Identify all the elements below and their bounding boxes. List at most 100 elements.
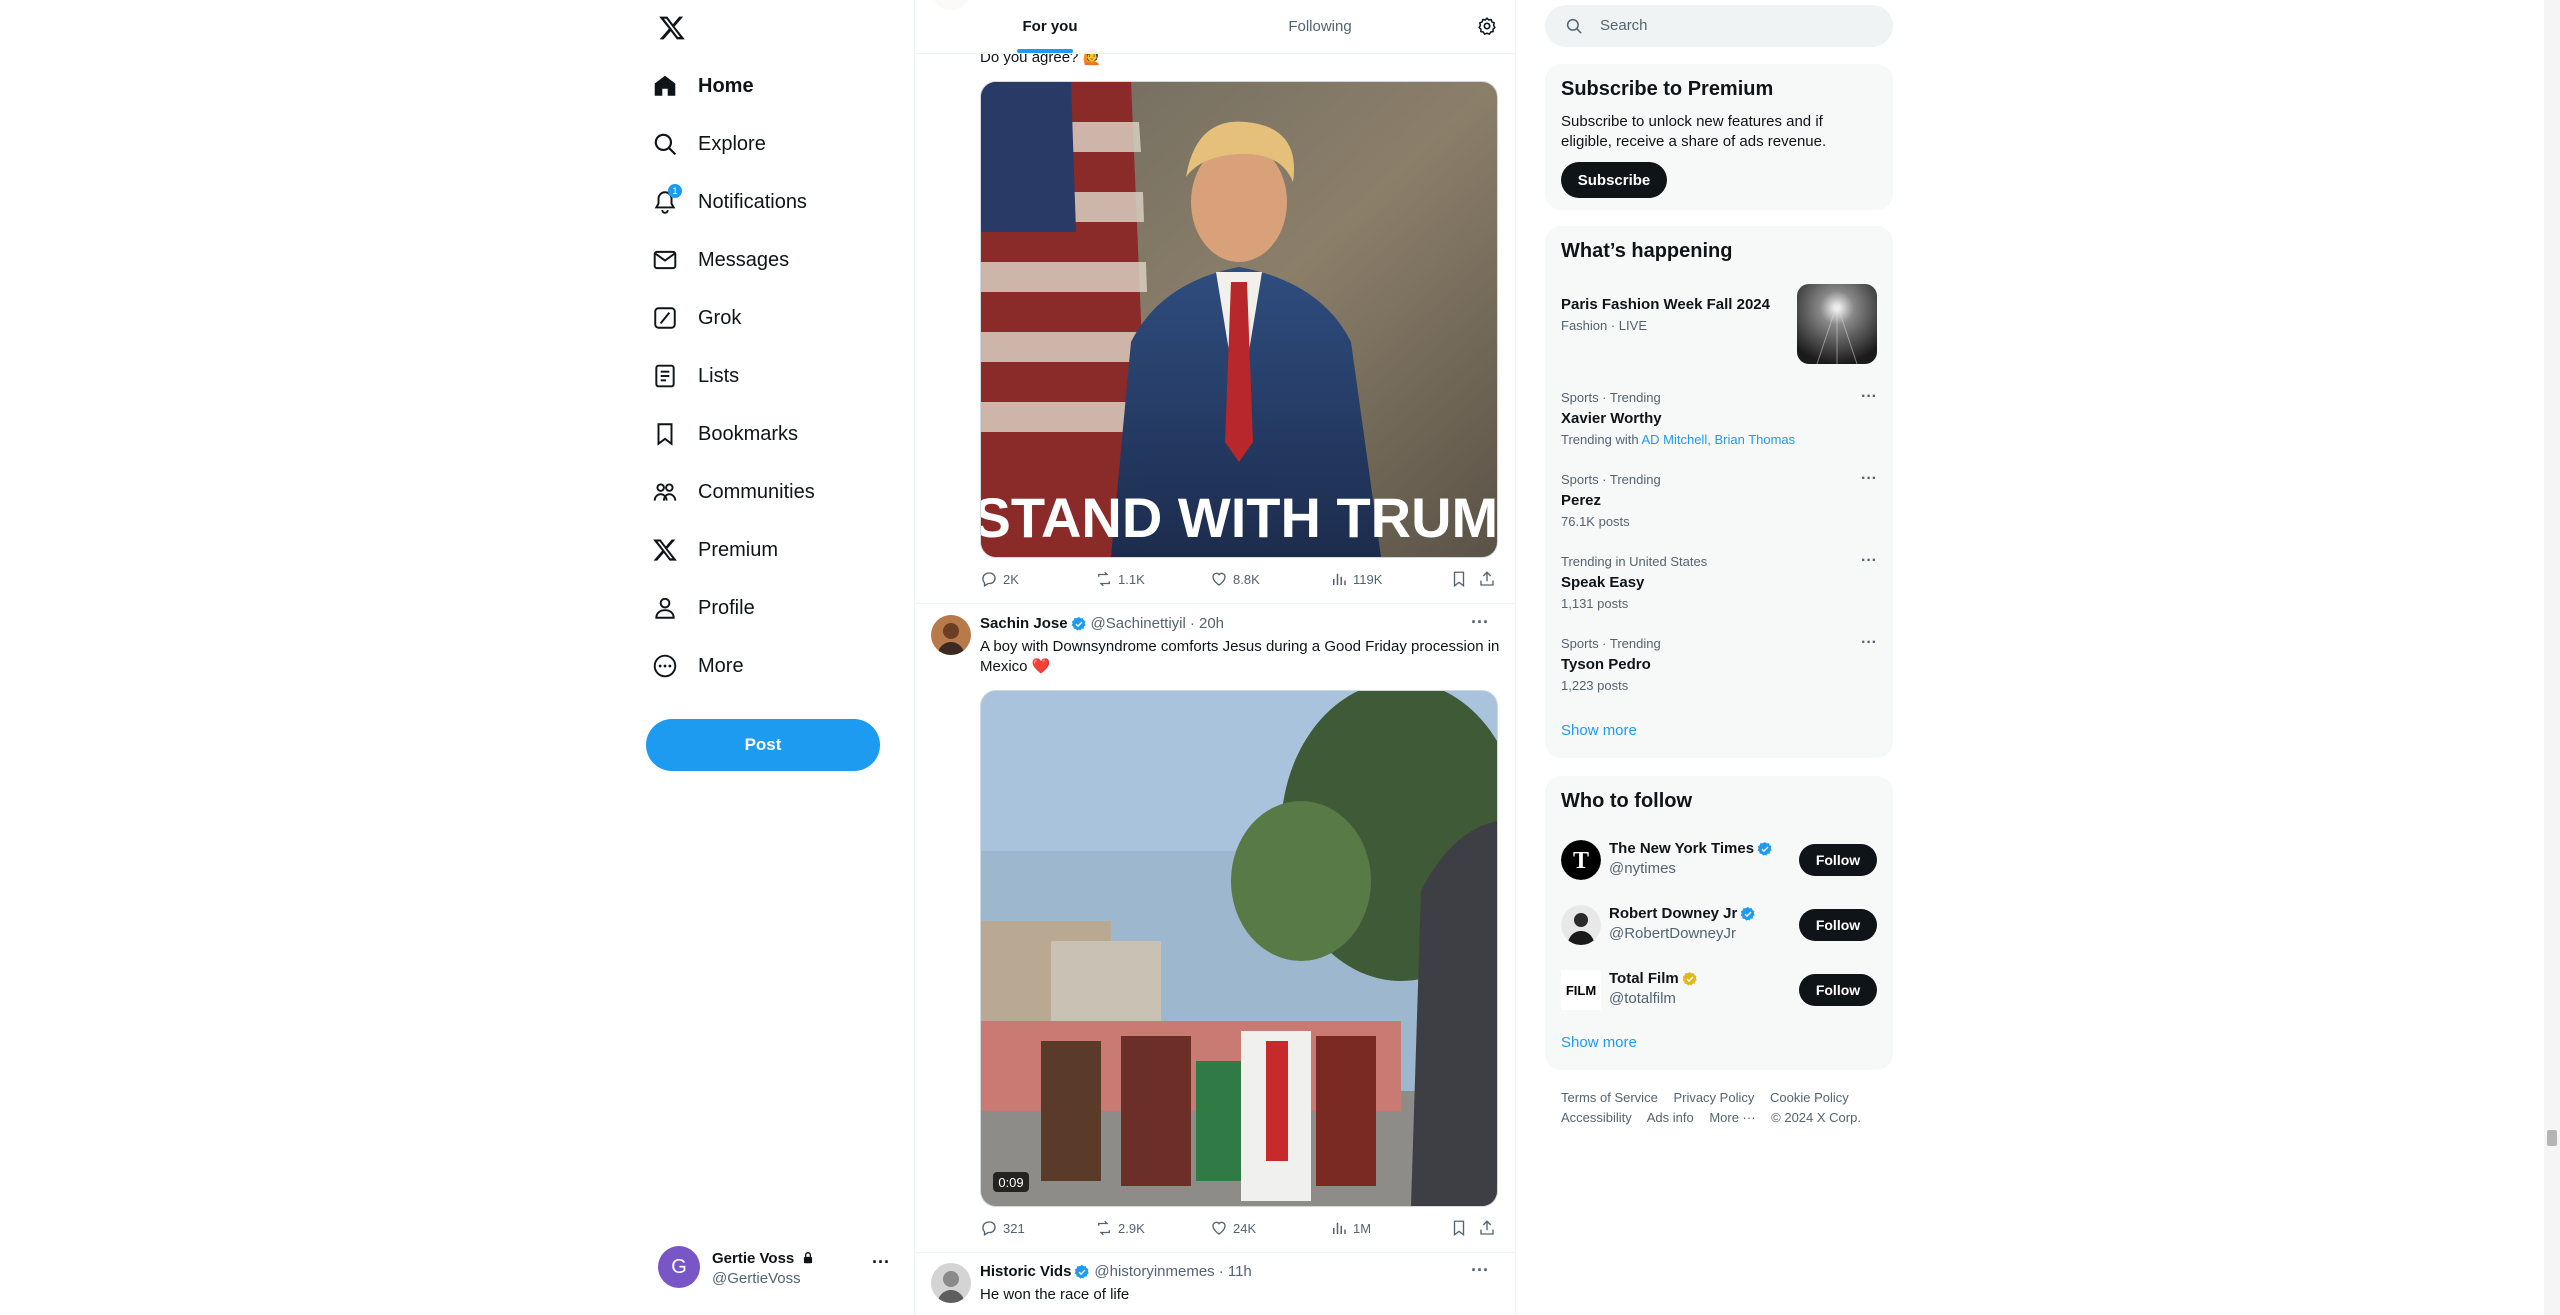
author-handle[interactable]: @Sachinettiyil xyxy=(1091,615,1186,632)
trend-name: Speak Easy xyxy=(1561,574,1645,591)
communities-icon xyxy=(652,479,678,505)
trend-post-count: 1,223 posts xyxy=(1561,678,1629,693)
nav-premium[interactable]: Premium xyxy=(652,528,778,572)
trend-more-icon[interactable]: ··· xyxy=(1861,552,1877,570)
post-more-icon[interactable]: ··· xyxy=(1471,1260,1489,1281)
post-more-icon[interactable]: ··· xyxy=(1471,612,1489,633)
home-icon xyxy=(652,73,678,99)
subscribe-button[interactable]: Subscribe xyxy=(1561,162,1667,198)
show-more-trends-link[interactable]: Show more xyxy=(1561,722,1637,739)
avatar: T xyxy=(1561,840,1601,880)
like-button[interactable]: 8.8K xyxy=(1210,570,1260,588)
follow-suggestion[interactable]: FILM Total Film @totalfilm Follow xyxy=(1545,960,1893,1020)
account-more-icon[interactable]: ··· xyxy=(872,1252,890,1273)
x-logo-icon[interactable] xyxy=(658,14,686,42)
post-text: He won the race of life xyxy=(980,1286,1130,1303)
nav-explore[interactable]: Explore xyxy=(652,122,766,166)
nav-grok[interactable]: Grok xyxy=(652,296,741,340)
more-circle-icon xyxy=(652,653,678,679)
show-more-follow-link[interactable]: Show more xyxy=(1561,1034,1637,1051)
footer-link[interactable]: Terms of Service xyxy=(1561,1090,1658,1105)
footer-link[interactable]: Ads info xyxy=(1647,1110,1694,1125)
nav-communities[interactable]: Communities xyxy=(652,470,815,514)
avatar[interactable] xyxy=(931,615,971,655)
footer-link[interactable]: Privacy Policy xyxy=(1673,1090,1754,1105)
repost-icon xyxy=(1095,1219,1118,1237)
repost-button[interactable]: 2.9K xyxy=(1095,1219,1145,1237)
author-handle[interactable]: @historyinmemes xyxy=(1094,1263,1214,1280)
nav-notifications[interactable]: 1 Notifications xyxy=(652,180,807,224)
footer-link[interactable]: Cookie Policy xyxy=(1770,1090,1849,1105)
who-to-follow-card: Who to follow T The New York Times @nyti… xyxy=(1545,776,1893,1070)
follow-button[interactable]: Follow xyxy=(1799,909,1877,941)
trend-item[interactable]: Sports · Trending Perez 76.1K posts ··· xyxy=(1545,468,1893,538)
post-image[interactable]: I STAND WITH TRUMP xyxy=(980,81,1498,558)
reply-button[interactable]: 321 xyxy=(980,1219,1025,1237)
share-button[interactable] xyxy=(1478,570,1501,588)
tab-indicator xyxy=(1017,49,1073,53)
page-scrollbar[interactable] xyxy=(2544,0,2560,1315)
author-name[interactable]: Historic Vids xyxy=(980,1263,1071,1280)
nav-lists[interactable]: Lists xyxy=(652,354,739,398)
trend-more-icon[interactable]: ··· xyxy=(1861,470,1877,488)
post-time[interactable]: · 20h xyxy=(1190,615,1224,632)
post-header: Sachin Jose @Sachinettiyil · 20h xyxy=(980,615,1224,632)
gear-icon[interactable] xyxy=(1477,16,1497,36)
image-caption: I STAND WITH TRUMP xyxy=(981,486,1497,549)
suggestion-name-text: The New York Times xyxy=(1609,840,1755,857)
follow-button[interactable]: Follow xyxy=(1799,974,1877,1006)
account-switcher[interactable]: G Gertie Voss @GertieVoss ··· xyxy=(646,1240,896,1296)
suggestion-name: Total Film xyxy=(1609,970,1698,987)
follow-suggestion[interactable]: T The New York Times @nytimes Follow xyxy=(1545,830,1893,890)
repost-button[interactable]: 1.1K xyxy=(1095,570,1145,588)
views-button[interactable]: 119K xyxy=(1330,570,1382,588)
tab-for-you[interactable]: For you xyxy=(915,0,1185,53)
footer-link[interactable]: More ··· xyxy=(1709,1110,1755,1125)
like-count: 24K xyxy=(1233,1220,1257,1236)
trend-more-icon[interactable]: ··· xyxy=(1861,388,1877,406)
trend-related-link[interactable]: Brian Thomas xyxy=(1714,432,1795,447)
views-button[interactable]: 1M xyxy=(1330,1219,1371,1237)
nav-messages[interactable]: Messages xyxy=(652,238,789,282)
reply-button[interactable]: 2K xyxy=(980,570,1019,588)
footer-links: Accessibility Ads info More ··· © 2024 X… xyxy=(1561,1110,1873,1125)
trend-item[interactable]: Trending in United States Speak Easy 1,1… xyxy=(1545,550,1893,620)
trend-related-link[interactable]: AD Mitchell xyxy=(1641,432,1707,447)
trend-item[interactable]: Sports · Trending Xavier Worthy Trending… xyxy=(1545,386,1893,456)
premium-title: Subscribe to Premium xyxy=(1561,78,1774,100)
avatar[interactable] xyxy=(931,1263,971,1303)
video-duration: 0:09 xyxy=(998,1175,1023,1190)
post-video[interactable]: 0:09 xyxy=(980,690,1498,1207)
avatar xyxy=(1561,905,1601,945)
suggestion-name: The New York Times xyxy=(1609,840,1773,857)
featured-trend[interactable]: Paris Fashion Week Fall 2024 Fashion · L… xyxy=(1545,282,1893,364)
post-button[interactable]: Post xyxy=(646,719,880,771)
share-button[interactable] xyxy=(1478,1219,1501,1237)
author-name[interactable]: Sachin Jose xyxy=(980,615,1068,632)
search-input[interactable]: Search xyxy=(1545,5,1893,47)
tab-following[interactable]: Following xyxy=(1185,0,1455,53)
follow-button[interactable]: Follow xyxy=(1799,844,1877,876)
svg-text:T: T xyxy=(1573,848,1589,874)
suggestion-handle: @totalfilm xyxy=(1609,990,1676,1007)
nav-more[interactable]: More xyxy=(652,644,744,688)
footer-link[interactable]: Accessibility xyxy=(1561,1110,1632,1125)
scrollbar-thumb[interactable] xyxy=(2547,1130,2557,1146)
trend-item[interactable]: Sports · Trending Tyson Pedro 1,223 post… xyxy=(1545,632,1893,702)
nav-profile[interactable]: Profile xyxy=(652,586,755,630)
bell-icon: 1 xyxy=(652,184,682,215)
nav-bookmarks[interactable]: Bookmarks xyxy=(652,412,798,456)
search-icon xyxy=(1565,17,1583,35)
person-icon xyxy=(652,595,678,621)
featured-trend-thumbnail xyxy=(1797,284,1877,364)
nav-label: Bookmarks xyxy=(698,422,799,445)
views-icon xyxy=(1330,570,1353,588)
avatar: G xyxy=(658,1246,700,1288)
nav-home[interactable]: Home xyxy=(652,64,754,108)
bookmark-button[interactable] xyxy=(1450,570,1473,588)
bookmark-button[interactable] xyxy=(1450,1219,1473,1237)
trend-more-icon[interactable]: ··· xyxy=(1861,634,1877,652)
follow-suggestion[interactable]: Robert Downey Jr @RobertDowneyJr Follow xyxy=(1545,895,1893,955)
like-button[interactable]: 24K xyxy=(1210,1219,1256,1237)
post-time[interactable]: · 11h xyxy=(1219,1263,1252,1280)
